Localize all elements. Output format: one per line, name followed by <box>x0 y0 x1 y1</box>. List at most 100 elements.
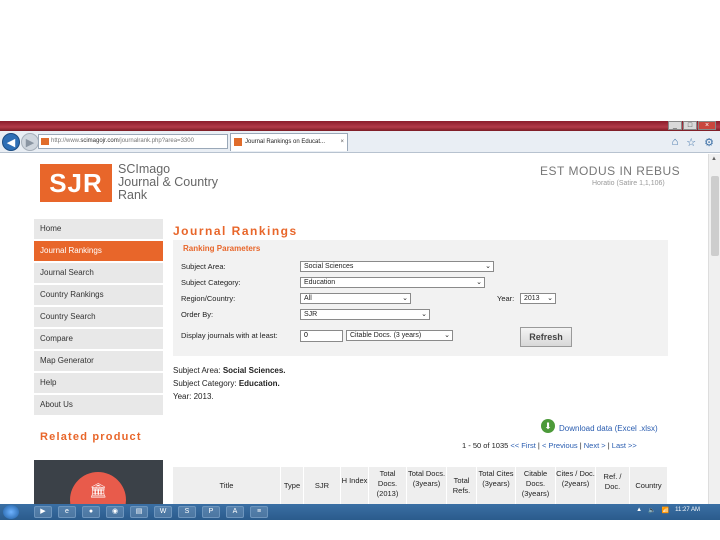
pager-first-link[interactable]: << First <box>510 441 535 450</box>
site-name-line3: Rank <box>118 188 148 202</box>
skype-icon[interactable]: S <box>178 506 196 518</box>
browser-tab[interactable]: Journal Rankings on Educat... × <box>230 133 348 151</box>
pager-last-link[interactable]: Last >> <box>612 441 637 450</box>
pager-next-link[interactable]: Next > <box>584 441 606 450</box>
refresh-button[interactable]: Refresh <box>520 327 572 347</box>
motto-source: Horatio (Satire 1,1,106) <box>592 180 665 187</box>
menu-item-journal-search[interactable]: Journal Search <box>34 263 163 283</box>
summary-area-value: Social Sciences. <box>222 366 286 375</box>
col-type[interactable]: Type <box>281 467 304 507</box>
settings-gear-icon[interactable]: ⚙ <box>704 136 714 149</box>
clock[interactable]: 11:27 AM <box>675 507 700 514</box>
browser-nav-bar: ◀ ▶ http://www.scimagojr.com/journalrank… <box>0 131 720 153</box>
col-refs-per-doc[interactable]: Ref. / Doc. <box>596 467 630 507</box>
address-bar[interactable]: http://www.scimagojr.com/journalrank.php… <box>38 134 228 149</box>
pager-previous-link[interactable]: < Previous <box>542 441 578 450</box>
maximize-icon[interactable]: □ <box>683 121 697 130</box>
rankings-table-header: Title Type SJR H Index Total Docs. (2013… <box>173 467 668 507</box>
menu-item-help[interactable]: Help <box>34 373 163 393</box>
download-label: Download data (Excel .xlsx) <box>559 424 658 433</box>
menu-item-about-us[interactable]: About Us <box>34 395 163 415</box>
explorer-folder-icon[interactable]: ▤ <box>130 506 148 518</box>
order-by-label: Order By: <box>181 310 214 319</box>
pager-count: 1 - 50 of 1035 <box>462 441 509 450</box>
tray-arrow-icon[interactable]: ▲ <box>636 507 642 514</box>
chevron-down-icon: ⌄ <box>421 311 427 318</box>
col-total-docs-2013[interactable]: Total Docs. (2013) <box>369 467 407 507</box>
menu-item-compare[interactable]: Compare <box>34 329 163 349</box>
col-cites-per-doc[interactable]: Cites / Doc. (2years) <box>556 467 596 507</box>
notepad-icon[interactable]: ≡ <box>250 506 268 518</box>
col-total-docs-3years[interactable]: Total Docs. (3years) <box>407 467 447 507</box>
subject-category-select[interactable]: Education ⌄ <box>300 277 485 288</box>
selection-summary: Subject Area: Social Sciences. Subject C… <box>173 364 286 403</box>
home-icon[interactable]: ⌂ <box>672 136 679 149</box>
col-title[interactable]: Title <box>173 467 281 507</box>
powerpoint-icon[interactable]: P <box>202 506 220 518</box>
browser-tools: ⌂ ☆ ⚙ <box>672 136 714 149</box>
volume-icon[interactable]: 🔈 <box>648 507 655 514</box>
network-icon[interactable]: 📶 <box>662 507 669 514</box>
parameters-title: Ranking Parameters <box>183 244 261 253</box>
col-total-refs[interactable]: Total Refs. <box>447 467 477 507</box>
scroll-up-icon[interactable]: ▲ <box>711 156 717 162</box>
word-icon[interactable]: W <box>154 506 172 518</box>
chrome-icon[interactable]: ◉ <box>106 506 124 518</box>
subject-area-label: Subject Area: <box>181 262 226 271</box>
page-scrollbar[interactable]: ▲ <box>708 154 720 504</box>
menu-item-journal-rankings[interactable]: Journal Rankings <box>34 241 163 261</box>
minimize-icon[interactable]: _ <box>668 121 682 130</box>
chevron-down-icon: ⌄ <box>547 295 553 302</box>
download-data-link[interactable]: ⬇ Download data (Excel .xlsx) <box>541 418 658 433</box>
col-country[interactable]: Country <box>630 467 668 507</box>
scroll-thumb[interactable] <box>711 176 719 256</box>
system-tray: ▲ 🔈 📶 11:27 AM <box>636 507 700 514</box>
back-button[interactable]: ◀ <box>2 133 20 151</box>
subject-category-label: Subject Category: <box>181 278 241 287</box>
web-page: SJR SCImago Journal & Country Rank EST M… <box>0 154 708 510</box>
tab-favicon-icon <box>234 138 242 146</box>
related-product-banner[interactable]: 🏛 <box>34 460 163 510</box>
subject-area-select[interactable]: Social Sciences ⌄ <box>300 261 494 272</box>
menu-item-country-rankings[interactable]: Country Rankings <box>34 285 163 305</box>
display-journals-label: Display journals with at least: <box>181 331 278 340</box>
start-button[interactable] <box>3 505 19 519</box>
screenshot: _ □ × ◀ ▶ http://www.scimagojr.com/journ… <box>0 121 720 520</box>
ie-icon[interactable]: e <box>58 506 76 518</box>
year-label: Year: <box>497 294 515 303</box>
col-total-cites[interactable]: Total Cites (3years) <box>477 467 516 507</box>
window-controls: _ □ × <box>668 121 716 130</box>
forward-button[interactable]: ▶ <box>21 133 39 151</box>
sjr-logo[interactable]: SJR <box>40 164 112 202</box>
tab-title: Journal Rankings on Educat... <box>245 139 326 145</box>
menu-item-country-search[interactable]: Country Search <box>34 307 163 327</box>
tab-close-icon[interactable]: × <box>340 134 344 150</box>
acrobat-icon[interactable]: A <box>226 506 244 518</box>
close-icon[interactable]: × <box>698 121 716 130</box>
summary-category: Subject Category: Education. <box>173 377 286 390</box>
col-sjr[interactable]: SJR <box>304 467 341 507</box>
ranking-parameters-panel: Ranking Parameters Subject Area: Social … <box>173 240 668 356</box>
menu-item-map-generator[interactable]: Map Generator <box>34 351 163 371</box>
col-h-index[interactable]: H Index <box>341 467 369 507</box>
pagination: 1 - 50 of 1035 << First | < Previous | N… <box>462 441 637 450</box>
summary-year: Year: 2013. <box>173 392 214 401</box>
display-type-select[interactable]: Citable Docs. (3 years) ⌄ <box>346 330 453 341</box>
chevron-down-icon: ⌄ <box>485 263 491 270</box>
summary-category-value: Education. <box>238 379 280 388</box>
display-type-value: Citable Docs. (3 years) <box>350 332 422 339</box>
favorites-star-icon[interactable]: ☆ <box>686 136 696 149</box>
order-by-select[interactable]: SJR ⌄ <box>300 309 430 320</box>
site-favicon-icon <box>41 138 49 145</box>
col-citable-docs[interactable]: Citable Docs. (3years) <box>516 467 556 507</box>
min-docs-input[interactable]: 0 <box>300 330 343 342</box>
browser-title-bar: _ □ × <box>0 121 720 131</box>
menu-item-home[interactable]: Home <box>34 219 163 239</box>
media-player-icon[interactable]: ▶ <box>34 506 52 518</box>
firefox-icon[interactable]: ● <box>82 506 100 518</box>
region-select[interactable]: All ⌄ <box>300 293 411 304</box>
year-select[interactable]: 2013 ⌄ <box>520 293 556 304</box>
region-value: All <box>304 295 312 302</box>
chevron-down-icon: ⌄ <box>402 295 408 302</box>
site-name: SCImago Journal & Country Rank <box>118 163 218 202</box>
